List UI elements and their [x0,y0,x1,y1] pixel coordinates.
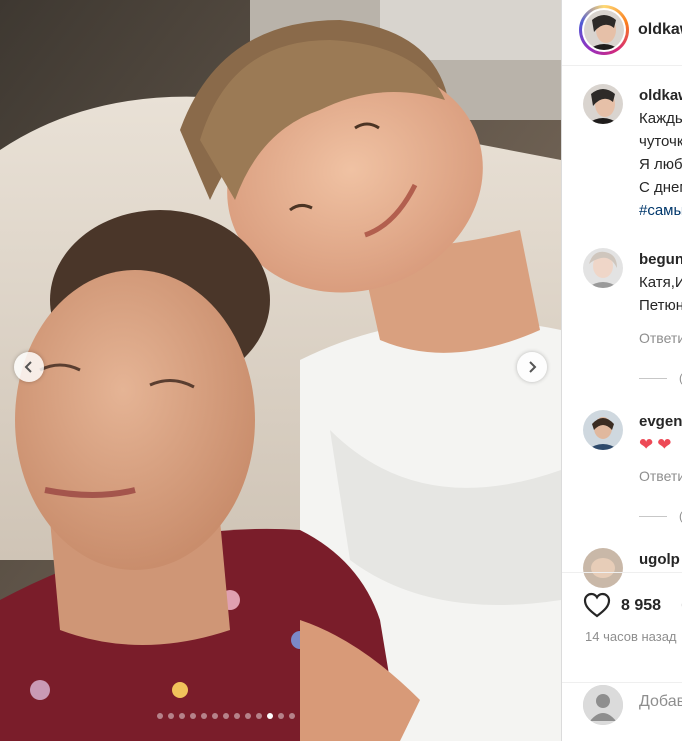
comment-text: Петюн [639,297,682,314]
comment-text: ❤❤ [639,435,676,454]
commenter-username[interactable]: evgen [639,413,682,430]
post-image [0,0,561,741]
comment-text: Катя,И [639,274,682,291]
author-avatar[interactable] [579,5,629,55]
carousel-dot [179,713,185,719]
reply-button[interactable]: Ответи [639,330,682,346]
chevron-left-icon [24,361,32,373]
chevron-right-icon [529,361,537,373]
caption-line: чуточк [639,133,682,150]
carousel-dot [234,713,240,719]
view-replies-line[interactable] [639,378,667,379]
post-actions: 8 958 14 часов назад [562,572,682,682]
likes-count[interactable]: 8 958 [621,597,661,615]
carousel-dot [256,713,262,719]
carousel-dot [168,713,174,719]
default-avatar-icon [583,685,623,725]
add-comment-input[interactable] [639,693,682,711]
commenter-avatar[interactable] [583,410,623,450]
post-photo[interactable] [0,0,561,741]
heart-icon[interactable] [583,592,611,618]
caption-line: Каждь [639,110,682,127]
author-username[interactable]: oldkaw [638,21,682,39]
carousel-dot [278,713,284,719]
caption-username[interactable]: oldkaw [639,87,682,104]
post-timestamp[interactable]: 14 часов назад [585,629,677,644]
carousel-dot [245,713,251,719]
post-header: oldkaw [562,0,682,66]
carousel-dot [223,713,229,719]
caption-line: С днем [639,179,682,196]
carousel-dot [289,713,295,719]
commenter-avatar[interactable] [583,248,623,288]
carousel-dot [212,713,218,719]
next-photo-button[interactable] [517,352,547,382]
commenter-username[interactable]: ugolp [639,551,680,568]
view-replies-line[interactable] [639,516,667,517]
carousel-indicator [157,713,295,719]
post-side-panel: oldkaw oldkaw Каждь чуточк Я любл С днем… [561,0,682,741]
previous-photo-button[interactable] [14,352,44,382]
carousel-dot [190,713,196,719]
commenter-username[interactable]: begun [639,251,682,268]
reply-button[interactable]: Ответи [639,468,682,484]
caption-line: Я любл [639,156,682,173]
carousel-dot [157,713,163,719]
carousel-dot [201,713,207,719]
carousel-dot-active [267,713,273,719]
caption-author-avatar[interactable] [583,84,623,124]
add-comment-bar [562,682,682,741]
caption-hashtag[interactable]: #самы [639,199,682,222]
